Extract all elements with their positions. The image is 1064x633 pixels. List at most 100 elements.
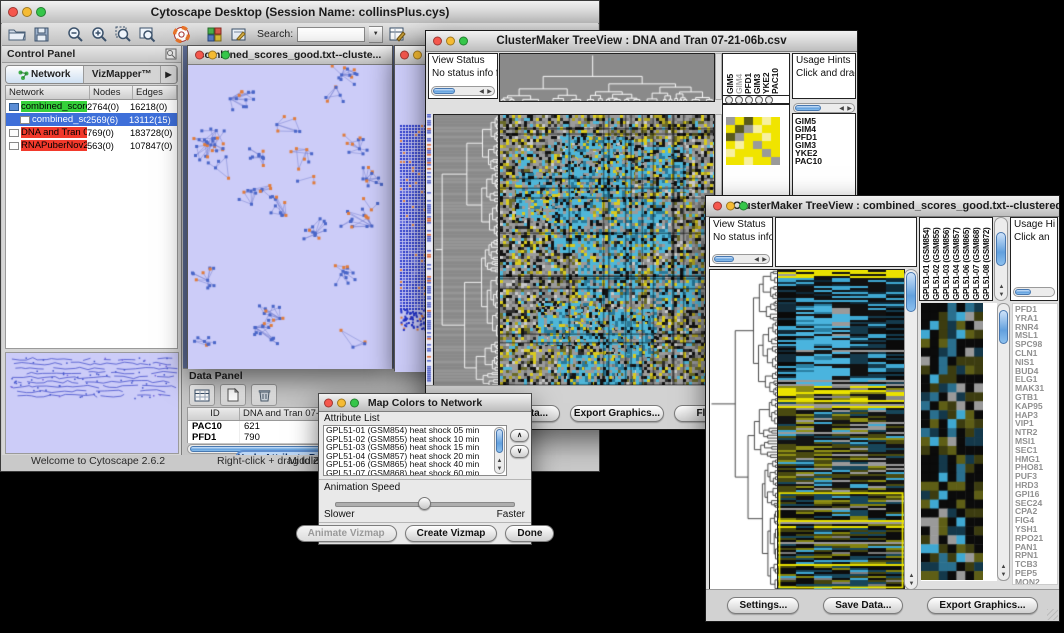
scroll-down-arrow[interactable]: ▼ — [999, 571, 1008, 579]
close-button[interactable] — [713, 202, 722, 211]
zoom-button[interactable] — [350, 398, 359, 407]
zoom-out-icon[interactable] — [65, 25, 85, 43]
zoom-icon[interactable] — [755, 96, 763, 104]
dialog-button[interactable]: Animate Vizmap — [296, 525, 397, 542]
move-up-button[interactable]: ∧ — [510, 429, 529, 442]
view-status-scrollbar[interactable]: ◀ ▶ — [431, 86, 495, 96]
treeview2-titlebar[interactable]: ClusterMaker TreeView : combined_scores_… — [706, 196, 1059, 217]
tv2-detail-heatmap[interactable] — [921, 303, 983, 580]
scroll-up-arrow[interactable]: ▲ — [999, 563, 1008, 571]
save-session-icon[interactable] — [31, 25, 51, 43]
zoom-selected-icon[interactable] — [113, 25, 133, 43]
minimize-button[interactable] — [413, 51, 422, 60]
tv1-mini-vscroll[interactable] — [715, 53, 722, 100]
treeview-action-button[interactable]: Export Graphics... — [927, 597, 1037, 614]
tv1-heatmap[interactable] — [499, 114, 715, 388]
dialog-button[interactable]: Done — [505, 525, 554, 542]
scroll-thumb[interactable] — [999, 310, 1008, 344]
attribute-list-scrollbar[interactable]: ▲ ▼ — [494, 427, 505, 474]
zoom-fit-icon[interactable] — [137, 25, 157, 43]
network-list-row[interactable]: combined_sco 2569(6) 13112(15) — [6, 113, 177, 126]
tv1-column-dendrogram[interactable] — [499, 53, 715, 102]
zoom-button[interactable] — [739, 202, 748, 211]
col-edges[interactable]: Edges — [133, 86, 177, 99]
scroll-thumb[interactable] — [795, 105, 821, 111]
close-button[interactable] — [400, 51, 409, 60]
zoom-icon[interactable] — [745, 96, 753, 104]
network-view-titlebar[interactable]: combined_scores_good.txt--cluste... — [188, 46, 392, 65]
tv1-detail-matrix[interactable] — [726, 117, 780, 165]
open-session-icon[interactable] — [7, 25, 27, 43]
zoom-icon[interactable] — [765, 96, 773, 104]
scroll-thumb[interactable] — [906, 272, 916, 312]
tv1-detail-hscrollbar[interactable]: ◀ ▶ — [793, 103, 855, 113]
attribute-list-item[interactable]: GPL51-07 (GSM868) heat shock 60 min — [324, 469, 506, 477]
treeview-action-button[interactable]: Save Data... — [823, 597, 903, 614]
scroll-right-arrow[interactable]: ▶ — [485, 88, 494, 96]
zoom-button[interactable] — [459, 37, 468, 46]
treeview1-titlebar[interactable]: ClusterMaker TreeView : DNA and Tran 07-… — [426, 31, 857, 52]
scroll-up-arrow[interactable]: ▲ — [495, 457, 504, 465]
network-overview-navigator[interactable] — [5, 352, 179, 454]
attribute-table-icon[interactable] — [189, 384, 215, 406]
close-button[interactable] — [195, 51, 204, 60]
scroll-up-arrow[interactable]: ▲ — [997, 283, 1006, 291]
network-list-header[interactable]: Network Nodes Edges — [6, 86, 177, 100]
tv2-gene-vscroll[interactable]: ▲ ▼ — [997, 303, 1010, 581]
export-graphics-button[interactable]: Export Graphics... — [570, 405, 664, 422]
annotation-icon[interactable] — [229, 25, 249, 43]
vizmapper-icon[interactable] — [205, 25, 225, 43]
scroll-thumb[interactable] — [996, 232, 1006, 266]
tv2-collabel-vscroll[interactable]: ▲ ▼ — [994, 217, 1008, 301]
scroll-down-arrow[interactable]: ▼ — [907, 580, 916, 588]
scroll-thumb[interactable] — [1015, 289, 1031, 295]
zoom-in-icon[interactable] — [89, 25, 109, 43]
minimize-button[interactable] — [446, 37, 455, 46]
dialog-titlebar[interactable]: Map Colors to Network — [319, 394, 531, 412]
scroll-thumb[interactable] — [714, 256, 734, 262]
scroll-right-arrow[interactable]: ▶ — [845, 105, 854, 113]
col-nodes[interactable]: Nodes — [90, 86, 133, 99]
attribute-browser-icon[interactable] — [387, 25, 407, 43]
col-id[interactable]: ID — [188, 408, 240, 420]
tab-vizmapper[interactable]: VizMapper™ — [84, 66, 162, 83]
tv2-row-dendrogram[interactable] — [709, 269, 778, 592]
tv1-detail-zoom-icons[interactable] — [722, 95, 790, 104]
scroll-thumb[interactable] — [496, 429, 503, 453]
minimize-button[interactable] — [726, 202, 735, 211]
tv2-heatmap[interactable] — [777, 269, 905, 592]
scroll-down-arrow[interactable]: ▼ — [495, 465, 504, 473]
float-panel-icon[interactable] — [165, 48, 177, 65]
treeview-action-button[interactable]: Settings... — [727, 597, 799, 614]
scroll-down-arrow[interactable]: ▼ — [997, 291, 1006, 299]
dialog-button[interactable]: Create Vizmap — [405, 525, 498, 542]
network-list-row[interactable]: combined_scores 2764(0) 16218(0) — [6, 100, 177, 113]
slider-thumb[interactable] — [418, 497, 431, 510]
attribute-list[interactable]: GPL51-01 (GSM854) heat shock 05 min GPL5… — [323, 425, 507, 476]
network-list-row[interactable]: RNAPuberNov2+ 563(0) 107847(0) — [6, 139, 177, 152]
network-list-row[interactable]: DNA and Tran 07 769(0) 183728(0) — [6, 126, 177, 139]
usage-hints-scrollbar[interactable] — [1013, 287, 1055, 297]
help-lifesaver-icon[interactable] — [171, 25, 191, 43]
col-network[interactable]: Network — [6, 86, 90, 99]
close-button[interactable] — [324, 398, 333, 407]
tab-overflow-button[interactable]: ▶ — [161, 66, 177, 83]
main-titlebar[interactable]: Cytoscape Desktop (Session Name: collins… — [1, 1, 599, 24]
minimize-button[interactable] — [337, 398, 346, 407]
minimize-button[interactable] — [22, 7, 32, 17]
scroll-thumb[interactable] — [433, 88, 455, 94]
tab-network[interactable]: Network — [6, 66, 84, 83]
move-down-button[interactable]: ∨ — [510, 445, 529, 458]
gene-label[interactable]: MON2 — [1015, 578, 1057, 585]
view-status-scrollbar[interactable]: ◀ ▶ — [712, 254, 770, 264]
tv2-column-tree-area[interactable] — [775, 217, 917, 267]
zoom-button[interactable] — [221, 51, 230, 60]
close-button[interactable] — [433, 37, 442, 46]
tv1-row-marker-strip[interactable] — [426, 114, 432, 386]
delete-attribute-trash-icon[interactable] — [251, 384, 277, 406]
close-button[interactable] — [8, 7, 18, 17]
new-attribute-icon[interactable] — [220, 384, 246, 406]
scroll-right-arrow[interactable]: ▶ — [760, 256, 769, 264]
scroll-up-arrow[interactable]: ▲ — [907, 572, 916, 580]
zoom-icon[interactable] — [735, 96, 743, 104]
